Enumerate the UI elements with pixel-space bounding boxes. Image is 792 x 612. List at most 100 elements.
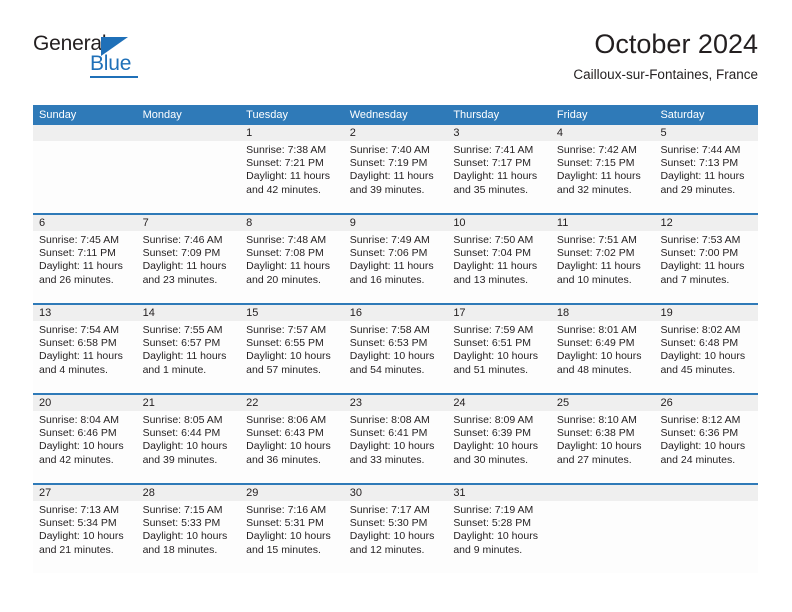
day-number[interactable]: 11 bbox=[551, 215, 655, 231]
day-cell[interactable]: Sunrise: 7:40 AM Sunset: 7:19 PM Daylight:… bbox=[344, 141, 448, 213]
day-cell[interactable]: Sunrise: 7:49 AM Sunset: 7:06 PM Daylight:… bbox=[344, 231, 448, 303]
day-number[interactable]: 25 bbox=[551, 395, 655, 411]
day-cell[interactable]: Sunrise: 7:15 AM Sunset: 5:33 PM Daylight:… bbox=[137, 501, 241, 573]
day-detail-line: Sunset: 7:11 PM bbox=[39, 247, 116, 260]
day-detail-line: and 57 minutes. bbox=[246, 363, 321, 376]
day-cell[interactable]: Sunrise: 8:05 AM Sunset: 6:44 PM Daylight:… bbox=[137, 411, 241, 483]
day-detail-line: Sunrise: 7:44 AM bbox=[660, 144, 741, 156]
day-number[interactable]: 13 bbox=[33, 305, 137, 321]
day-detail-line: and 27 minutes. bbox=[556, 453, 632, 466]
day-number[interactable]: 20 bbox=[33, 395, 137, 411]
day-number[interactable]: 21 bbox=[137, 395, 241, 411]
day-cell[interactable]: Sunrise: 8:10 AM Sunset: 6:38 PM Daylight:… bbox=[551, 411, 655, 483]
day-detail-line: and 29 minutes. bbox=[660, 183, 736, 196]
day-detail-line: Daylight: 11 hours bbox=[349, 170, 434, 183]
day-cell[interactable]: Sunrise: 8:09 AM Sunset: 6:39 PM Daylight:… bbox=[447, 411, 551, 483]
day-number[interactable]: 2 bbox=[344, 125, 448, 141]
day-cell[interactable]: Sunrise: 7:53 AM Sunset: 7:00 PM Daylight:… bbox=[654, 231, 758, 303]
title-block: October 2024 Cailloux-sur-Fontaines, Fra… bbox=[573, 28, 758, 84]
day-detail-line: Sunset: 6:53 PM bbox=[349, 337, 428, 350]
day-number[interactable]: 23 bbox=[344, 395, 448, 411]
day-cell[interactable]: Sunrise: 7:38 AM Sunset: 7:21 PM Daylight:… bbox=[240, 141, 344, 213]
day-number[interactable]: 7 bbox=[137, 215, 241, 231]
day-number[interactable]: 28 bbox=[137, 485, 241, 501]
day-cell[interactable]: Sunrise: 7:41 AM Sunset: 7:17 PM Daylight:… bbox=[447, 141, 551, 213]
day-cell[interactable]: Sunrise: 7:19 AM Sunset: 5:28 PM Daylight:… bbox=[447, 501, 551, 573]
day-number[interactable]: 31 bbox=[447, 485, 551, 501]
day-number[interactable]: 5 bbox=[654, 125, 758, 141]
day-cell-empty bbox=[654, 501, 758, 573]
day-detail-line: Sunset: 6:57 PM bbox=[142, 337, 221, 350]
logo-text-general: General bbox=[33, 32, 107, 55]
day-cell[interactable]: Sunrise: 8:04 AM Sunset: 6:46 PM Daylight:… bbox=[33, 411, 137, 483]
day-cell[interactable]: Sunrise: 7:51 AM Sunset: 7:02 PM Daylight:… bbox=[551, 231, 655, 303]
day-number[interactable]: 26 bbox=[654, 395, 758, 411]
day-detail-line: Sunrise: 8:01 AM bbox=[556, 324, 637, 336]
day-cell[interactable]: Sunrise: 7:55 AM Sunset: 6:57 PM Daylight:… bbox=[137, 321, 241, 393]
day-number[interactable]: 3 bbox=[447, 125, 551, 141]
day-cell[interactable]: Sunrise: 8:01 AM Sunset: 6:49 PM Daylight:… bbox=[551, 321, 655, 393]
day-number[interactable]: 16 bbox=[344, 305, 448, 321]
day-number[interactable]: 14 bbox=[137, 305, 241, 321]
day-cell[interactable]: Sunrise: 8:08 AM Sunset: 6:41 PM Daylight:… bbox=[344, 411, 448, 483]
day-cell[interactable]: Sunrise: 7:48 AM Sunset: 7:08 PM Daylight:… bbox=[240, 231, 344, 303]
day-detail-line: Sunrise: 8:04 AM bbox=[39, 414, 119, 426]
day-number[interactable]: 12 bbox=[654, 215, 758, 231]
day-number[interactable]: 18 bbox=[551, 305, 655, 321]
weekday-header-thursday: Thursday bbox=[453, 109, 500, 121]
day-detail-line: Daylight: 10 hours bbox=[246, 440, 331, 453]
day-number[interactable]: 22 bbox=[240, 395, 344, 411]
day-number[interactable]: 10 bbox=[447, 215, 551, 231]
day-cell[interactable]: Sunrise: 7:58 AM Sunset: 6:53 PM Daylight:… bbox=[344, 321, 448, 393]
day-number[interactable]: 27 bbox=[33, 485, 137, 501]
day-detail-line: Sunset: 6:55 PM bbox=[246, 337, 324, 350]
day-detail-line: Sunset: 7:15 PM bbox=[556, 157, 635, 170]
day-cell[interactable]: Sunrise: 8:06 AM Sunset: 6:43 PM Daylight:… bbox=[240, 411, 344, 483]
day-number[interactable]: 6 bbox=[33, 215, 137, 231]
day-number[interactable]: 29 bbox=[240, 485, 344, 501]
day-cell[interactable]: Sunrise: 7:42 AM Sunset: 7:15 PM Daylight:… bbox=[551, 141, 655, 213]
day-detail-line: and 4 minutes. bbox=[39, 363, 108, 376]
day-number[interactable]: 4 bbox=[551, 125, 655, 141]
day-detail-line: and 30 minutes. bbox=[453, 453, 529, 466]
day-detail-line: Sunrise: 7:51 AM bbox=[556, 234, 637, 246]
day-detail-line: Sunset: 7:00 PM bbox=[660, 247, 739, 260]
day-cell[interactable]: Sunrise: 7:54 AM Sunset: 6:58 PM Daylight:… bbox=[33, 321, 137, 393]
day-cell[interactable]: Sunrise: 7:44 AM Sunset: 7:13 PM Daylight:… bbox=[654, 141, 758, 213]
day-number[interactable]: 15 bbox=[240, 305, 344, 321]
day-detail-line: and 54 minutes. bbox=[349, 363, 425, 376]
day-cell-empty bbox=[33, 141, 137, 213]
day-cell[interactable]: Sunrise: 7:13 AM Sunset: 5:34 PM Daylight:… bbox=[33, 501, 137, 573]
day-detail-line: and 35 minutes. bbox=[453, 183, 529, 196]
day-detail-line: and 26 minutes. bbox=[39, 273, 114, 286]
day-detail-line: Sunset: 5:31 PM bbox=[246, 517, 324, 530]
day-detail-line: Daylight: 10 hours bbox=[39, 440, 124, 453]
day-number[interactable]: 9 bbox=[344, 215, 448, 231]
day-detail-line: Daylight: 10 hours bbox=[453, 530, 538, 543]
day-cell[interactable]: Sunrise: 8:02 AM Sunset: 6:48 PM Daylight:… bbox=[654, 321, 758, 393]
day-cell[interactable]: Sunrise: 7:17 AM Sunset: 5:30 PM Daylight:… bbox=[344, 501, 448, 573]
day-detail-line: Daylight: 11 hours bbox=[453, 260, 538, 273]
day-cell[interactable]: Sunrise: 7:50 AM Sunset: 7:04 PM Daylight:… bbox=[447, 231, 551, 303]
calendar-weeks: 1 2 3 4 5 Sunrise: 7:38 AM Sunset: 7:21 PM Dayl… bbox=[33, 125, 758, 573]
day-number[interactable]: 8 bbox=[240, 215, 344, 231]
day-number[interactable]: 30 bbox=[344, 485, 448, 501]
day-detail-line: Sunset: 6:39 PM bbox=[453, 427, 531, 440]
day-number[interactable]: 1 bbox=[240, 125, 344, 141]
day-detail-line: and 24 minutes. bbox=[660, 453, 736, 466]
day-detail-line: Sunset: 5:33 PM bbox=[142, 517, 221, 530]
day-detail-line: and 36 minutes. bbox=[246, 453, 321, 466]
day-detail-line: Sunset: 7:06 PM bbox=[349, 247, 428, 260]
day-cell[interactable]: Sunrise: 7:59 AM Sunset: 6:51 PM Daylight:… bbox=[447, 321, 551, 393]
day-cell[interactable]: Sunrise: 7:57 AM Sunset: 6:55 PM Daylight:… bbox=[240, 321, 344, 393]
day-cell[interactable]: Sunrise: 8:12 AM Sunset: 6:36 PM Daylight:… bbox=[654, 411, 758, 483]
day-number-empty bbox=[551, 485, 655, 501]
day-detail-line: Sunset: 7:17 PM bbox=[453, 157, 531, 170]
day-cell[interactable]: Sunrise: 7:16 AM Sunset: 5:31 PM Daylight:… bbox=[240, 501, 344, 573]
day-number[interactable]: 24 bbox=[447, 395, 551, 411]
day-number[interactable]: 17 bbox=[447, 305, 551, 321]
day-cell[interactable]: Sunrise: 7:46 AM Sunset: 7:09 PM Daylight:… bbox=[137, 231, 241, 303]
day-cell[interactable]: Sunrise: 7:45 AM Sunset: 7:11 PM Daylight:… bbox=[33, 231, 137, 303]
day-detail-line: Daylight: 10 hours bbox=[660, 440, 746, 453]
day-number[interactable]: 19 bbox=[654, 305, 758, 321]
